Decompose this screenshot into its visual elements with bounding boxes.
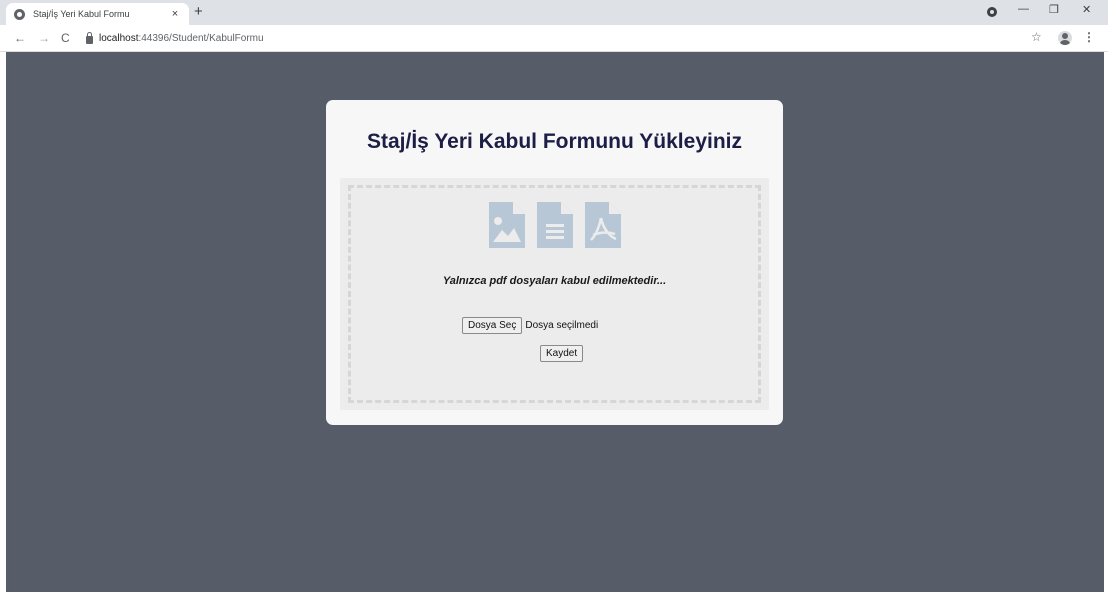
- tab-title: Staj/İş Yeri Kabul Formu: [33, 9, 130, 19]
- lock-icon: [86, 31, 93, 44]
- image-file-icon: [488, 202, 525, 248]
- profile-icon[interactable]: [1058, 31, 1072, 45]
- drop-zone[interactable]: Yalnızca pdf dosyaları kabul edilmektedi…: [340, 178, 769, 410]
- file-type-icons: [340, 202, 769, 248]
- save-button[interactable]: Kaydet: [540, 345, 584, 362]
- menu-icon[interactable]: ⋮: [1083, 30, 1095, 44]
- document-file-icon: [536, 202, 573, 248]
- forward-icon[interactable]: →: [38, 31, 50, 45]
- restore-button[interactable]: ❐: [1049, 3, 1059, 16]
- page-background: Staj/İş Yeri Kabul Formunu Yükleyiniz Ya…: [6, 52, 1104, 592]
- upload-card: Staj/İş Yeri Kabul Formunu Yükleyiniz Ya…: [326, 100, 783, 425]
- file-input[interactable]: Dosya Seç Dosya seçilmedi: [462, 317, 598, 334]
- browser-tab[interactable]: Staj/İş Yeri Kabul Formu ×: [6, 3, 189, 25]
- extension-icon[interactable]: [987, 7, 997, 17]
- new-tab-button[interactable]: +: [194, 4, 203, 20]
- pdf-only-hint: Yalnızca pdf dosyaları kabul edilmektedi…: [442, 275, 667, 287]
- globe-icon: [14, 8, 25, 20]
- star-icon[interactable]: ☆: [1031, 30, 1042, 44]
- page-title: Staj/İş Yeri Kabul Formunu Yükleyiniz: [367, 130, 742, 153]
- no-file-selected-text: Dosya seçilmedi: [525, 320, 599, 331]
- browser-toolbar: ← → C localhost :44396/Student/KabulForm…: [0, 25, 1108, 52]
- tab-strip: Staj/İş Yeri Kabul Formu × + — ❐ ✕: [0, 0, 1108, 25]
- reload-icon[interactable]: C: [61, 31, 70, 45]
- choose-file-button[interactable]: Dosya Seç: [462, 317, 523, 334]
- tab-close-icon[interactable]: ×: [169, 8, 181, 20]
- url-host: localhost: [99, 33, 139, 44]
- pdf-file-icon: [584, 202, 621, 248]
- minimize-button[interactable]: —: [1018, 3, 1029, 15]
- close-window-button[interactable]: ✕: [1082, 3, 1091, 16]
- url-path: :44396/Student/KabulFormu: [138, 33, 264, 44]
- back-icon[interactable]: ←: [14, 31, 26, 45]
- address-bar[interactable]: localhost :44396/Student/KabulFormu: [86, 29, 1016, 48]
